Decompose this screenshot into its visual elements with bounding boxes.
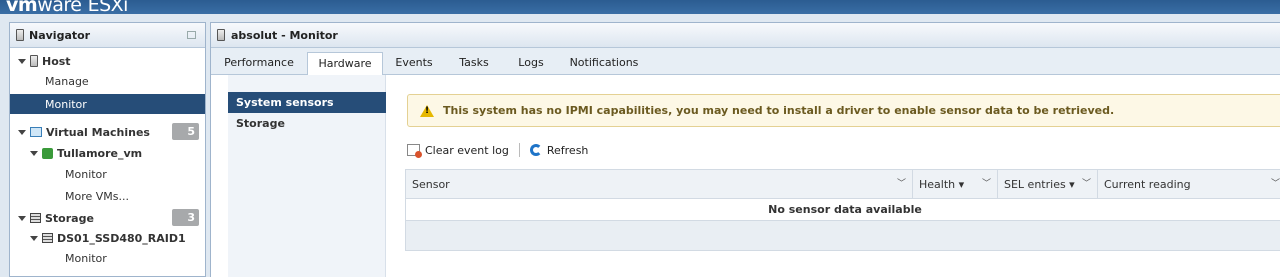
- nav-item-datastore-monitor[interactable]: Monitor: [10, 248, 205, 268]
- side-item-storage[interactable]: Storage: [228, 113, 386, 134]
- refresh-icon: [529, 144, 542, 156]
- sensor-grid: Sensor ﹀ Health ▾ ﹀ SEL entries ▾ ﹀ Current…: [405, 169, 1280, 251]
- alert-text: This system has no IPMI capabilities, yo…: [443, 104, 1115, 117]
- navigator-panel: Navigator Host Manage Monitor Virtual Ma…: [9, 22, 206, 277]
- tab-events[interactable]: Events: [389, 52, 439, 75]
- column-current-reading[interactable]: Current reading ﹀: [1098, 170, 1280, 199]
- column-sel-entries[interactable]: SEL entries ▾ ﹀: [998, 170, 1098, 199]
- tab-notifications[interactable]: Notifications: [563, 52, 645, 75]
- chevron-down-icon[interactable]: ﹀: [982, 170, 991, 199]
- clear-event-log-button[interactable]: Clear event log: [407, 144, 509, 158]
- grid-empty-message: No sensor data available: [406, 199, 1280, 221]
- nav-item-vm[interactable]: Tullamore_vm: [10, 143, 205, 163]
- clear-log-icon: [407, 144, 422, 158]
- tab-bar: Performance Hardware Events Tasks Logs N…: [211, 48, 1280, 76]
- chevron-down-icon[interactable]: ﹀: [897, 170, 906, 199]
- storage-icon: [30, 213, 41, 223]
- nav-item-datastore[interactable]: DS01_SSD480_RAID1: [10, 228, 205, 248]
- datastore-icon: [42, 233, 53, 243]
- warning-icon: [420, 104, 434, 117]
- column-health[interactable]: Health ▾ ﹀: [913, 170, 998, 199]
- chevron-down-icon[interactable]: [30, 150, 38, 156]
- nav-item-monitor[interactable]: Monitor: [10, 94, 205, 114]
- chevron-down-icon[interactable]: [18, 129, 26, 135]
- chevron-down-icon[interactable]: [18, 58, 26, 64]
- navigator-title: Navigator: [29, 28, 91, 42]
- host-icon: [217, 29, 225, 41]
- navigator-icon: [16, 29, 24, 41]
- tab-tasks[interactable]: Tasks: [451, 52, 497, 75]
- sensor-toolbar: Clear event log Refresh: [407, 141, 588, 159]
- nav-item-host[interactable]: Host: [10, 51, 205, 71]
- host-icon: [30, 55, 38, 67]
- chevron-down-icon[interactable]: ﹀: [1271, 170, 1280, 199]
- tab-performance[interactable]: Performance: [217, 52, 301, 75]
- navigator-header: Navigator: [10, 23, 205, 48]
- nav-item-vm-monitor[interactable]: Monitor: [10, 164, 205, 184]
- chevron-down-icon[interactable]: [30, 235, 38, 241]
- column-sensor[interactable]: Sensor ﹀: [406, 170, 913, 199]
- grid-header: Sensor ﹀ Health ▾ ﹀ SEL entries ▾ ﹀ Current…: [406, 170, 1280, 199]
- nav-item-more-vms[interactable]: More VMs...: [10, 186, 205, 206]
- ipmi-warning-alert: This system has no IPMI capabilities, yo…: [407, 94, 1280, 127]
- tab-logs[interactable]: Logs: [509, 52, 553, 75]
- hardware-content: System sensors Storage This system has n…: [211, 75, 1280, 277]
- main-panel: absolut - Monitor Performance Hardware E…: [210, 22, 1280, 277]
- chevron-down-icon[interactable]: [18, 215, 26, 221]
- main-header: absolut - Monitor: [211, 23, 1280, 48]
- collapse-icon[interactable]: [187, 31, 196, 39]
- refresh-button[interactable]: Refresh: [529, 144, 588, 157]
- tab-hardware[interactable]: Hardware: [307, 52, 383, 76]
- nav-item-virtual-machines[interactable]: Virtual Machines 5: [10, 122, 205, 142]
- app-header: vmware ESXi: [0, 0, 1280, 14]
- grid-footer: [406, 221, 1280, 250]
- toolbar-separator: [518, 143, 520, 157]
- hardware-sidebar: System sensors Storage: [228, 75, 386, 277]
- chevron-down-icon[interactable]: ﹀: [1082, 170, 1091, 199]
- nav-item-manage[interactable]: Manage: [10, 71, 205, 91]
- vmware-logo: vmware ESXi: [6, 0, 128, 14]
- page-title: absolut - Monitor: [231, 28, 338, 42]
- nav-item-storage[interactable]: Storage 3: [10, 208, 205, 228]
- side-item-system-sensors[interactable]: System sensors: [228, 92, 386, 113]
- vm-count-badge: 5: [172, 123, 199, 140]
- vm-powered-on-icon: [42, 147, 53, 159]
- virtual-machines-icon: [30, 127, 42, 137]
- storage-count-badge: 3: [172, 209, 199, 226]
